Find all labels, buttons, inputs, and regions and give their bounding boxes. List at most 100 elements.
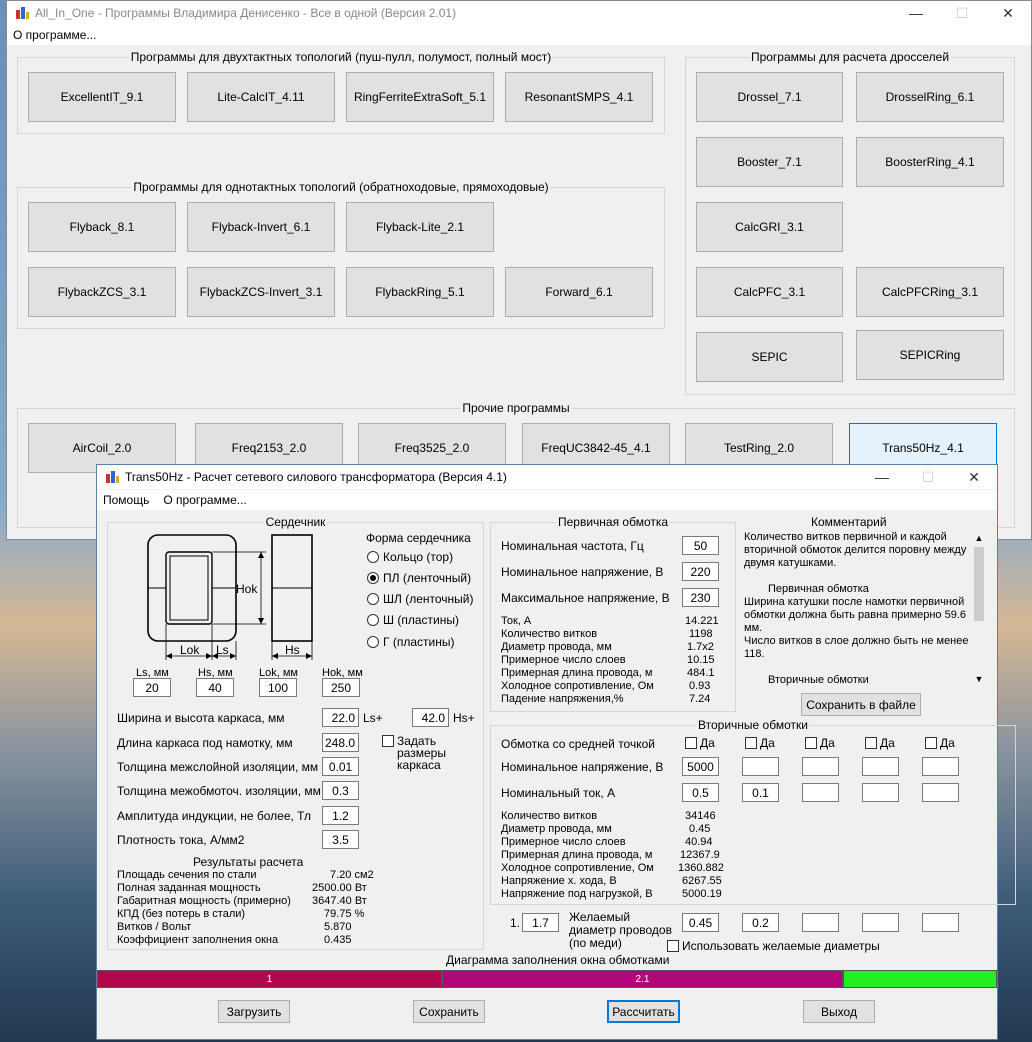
frame-len-input[interactable]: 248.0 (322, 733, 359, 752)
secondary-volt-input-4[interactable] (862, 757, 899, 776)
btn-forward[interactable]: Forward_6.1 (505, 267, 653, 317)
shape-radio-ring[interactable]: Кольцо (тор) (367, 550, 453, 564)
secondary-volt-input-5[interactable] (922, 757, 959, 776)
desired-input-5[interactable] (922, 913, 959, 932)
trans-minimize-icon[interactable]: — (859, 465, 905, 489)
btn-drossel[interactable]: Drossel_7.1 (696, 72, 843, 122)
radio-sh-circle (367, 614, 379, 626)
shape-radio-g[interactable]: Г (пластины) (367, 635, 454, 649)
secondary-current-input-4[interactable] (862, 783, 899, 802)
result-value-2: 3647.40 Вт (312, 895, 367, 907)
btn-calcpfcring[interactable]: CalcPFCRing_3.1 (856, 267, 1004, 317)
primary-volt-input[interactable]: 220 (682, 562, 719, 581)
hok-input[interactable]: 250 (322, 678, 360, 697)
frame-width-input[interactable]: 22.0 (322, 708, 359, 727)
menu-about[interactable]: О программе... (13, 28, 96, 42)
secondary-title: Вторичные обмотки (696, 718, 810, 732)
ls-plus-label: Ls+ (363, 711, 383, 725)
use-desired-checkbox[interactable]: Использовать желаемые диаметры (667, 939, 880, 953)
menu-trans-about[interactable]: О программе... (163, 493, 246, 507)
load-button[interactable]: Загрузить (218, 1000, 290, 1023)
center-tap-check-1[interactable]: Да (685, 736, 715, 750)
radio-ring-circle (367, 551, 379, 563)
btn-flyback[interactable]: Flyback_8.1 (28, 202, 176, 252)
comment-h3: Вторичные обмотки (768, 674, 869, 686)
btn-excellentit[interactable]: ExcellentIT_9.1 (28, 72, 176, 122)
comment-p2: Ширина катушки после намотки первичной о… (744, 596, 967, 634)
frame-len-label: Длина каркаса под намотку, мм (117, 736, 293, 750)
secondary-volt-input-2[interactable] (742, 757, 779, 776)
save-to-file-button[interactable]: Сохранить в файле (801, 693, 921, 716)
center-tap-check-3[interactable]: Да (805, 736, 835, 750)
btn-flybackzcs-invert[interactable]: FlybackZCS-Invert_3.1 (187, 267, 335, 317)
btn-drosselring[interactable]: DrosselRing_6.1 (856, 72, 1004, 122)
shape-radio-pl[interactable]: ПЛ (ленточный) (367, 571, 471, 585)
center-tap-check-4[interactable]: Да (865, 736, 895, 750)
secondary-current-input-2[interactable]: 0.1 (742, 783, 779, 802)
result-label-1: Полная заданная мощность (117, 882, 261, 894)
desired-input-3[interactable] (802, 913, 839, 932)
center-tap-label: Обмотка со средней точкой (501, 737, 655, 751)
calculate-button[interactable]: Рассчитать (607, 1000, 680, 1023)
scroll-thumb[interactable] (974, 547, 984, 621)
btn-sepic[interactable]: SEPIC (696, 332, 843, 382)
btn-booster[interactable]: Booster_7.1 (696, 137, 843, 187)
secondary-volt-input-3[interactable] (802, 757, 839, 776)
induction-input[interactable]: 1.2 (322, 806, 359, 825)
lok-input[interactable]: 100 (259, 678, 297, 697)
center-tap-label-4: Да (880, 736, 895, 750)
btn-sepicring[interactable]: SEPICRing (856, 330, 1004, 380)
desired-input-1[interactable]: 0.45 (682, 913, 719, 932)
btn-calcpfc[interactable]: CalcPFC_3.1 (696, 267, 843, 317)
exit-button[interactable]: Выход (803, 1000, 875, 1023)
shape-radio-sh[interactable]: Ш (пластины) (367, 613, 459, 627)
btn-flyback-invert[interactable]: Flyback-Invert_6.1 (187, 202, 335, 252)
secondary-volt-input-1[interactable]: 5000 (682, 757, 719, 776)
desired-input-2[interactable]: 0.2 (742, 913, 779, 932)
save-button[interactable]: Сохранить (413, 1000, 485, 1023)
desired-primary-input[interactable]: 1.7 (522, 913, 559, 932)
main-titlebar[interactable]: All_In_One - Программы Владимира Денисен… (7, 1, 1031, 25)
secondary-current-input-5[interactable] (922, 783, 959, 802)
interlayer-label: Толщина межслойной изоляции, мм (117, 760, 319, 774)
comment-scrollbar[interactable]: ▲ ▼ (972, 531, 986, 686)
btn-calcgri[interactable]: CalcGRI_3.1 (696, 202, 843, 252)
secondary-current-label: Номинальный ток, А (501, 786, 616, 800)
trans-close-icon[interactable]: ✕ (951, 465, 997, 489)
hs-input[interactable]: 40 (196, 678, 234, 697)
primary-freq-input[interactable]: 50 (682, 536, 719, 555)
scroll-down-icon[interactable]: ▼ (972, 672, 986, 686)
secondary-current-input-1[interactable]: 0.5 (682, 783, 719, 802)
primary-vmax-input[interactable]: 230 (682, 588, 719, 607)
center-tap-check-2[interactable]: Да (745, 736, 775, 750)
primary-value-3: 10.15 (687, 654, 715, 666)
btn-resonantsmps[interactable]: ResonantSMPS_4.1 (505, 72, 653, 122)
secondary-value-5: 6267.55 (682, 875, 722, 887)
ls-input[interactable]: 20 (133, 678, 171, 697)
secondary-label-6: Напряжение под нагрузкой, В (501, 888, 653, 900)
shape-radio-shl[interactable]: ШЛ (ленточный) (367, 592, 473, 606)
secondary-label-1: Диаметр провода, мм (501, 823, 612, 835)
btn-flyback-lite[interactable]: Flyback-Lite_2.1 (346, 202, 494, 252)
trans-titlebar[interactable]: Trans50Hz - Расчет сетевого силового тра… (97, 465, 997, 489)
set-frame-checkbox[interactable]: Задать размеры каркаса (382, 735, 469, 771)
desired-input-4[interactable] (862, 913, 899, 932)
btn-ringferrite[interactable]: RingFerriteExtraSoft_5.1 (346, 72, 494, 122)
btn-lite-calcit[interactable]: Lite-CalcIT_4.11 (187, 72, 335, 122)
center-tap-check-5[interactable]: Да (925, 736, 955, 750)
secondary-current-input-3[interactable] (802, 783, 839, 802)
frame-height-input[interactable]: 42.0 (412, 708, 449, 727)
scroll-up-icon[interactable]: ▲ (972, 531, 986, 545)
close-icon[interactable]: ✕ (985, 1, 1031, 25)
btn-flybackring[interactable]: FlybackRing_5.1 (346, 267, 494, 317)
set-frame-label: Задать размеры каркаса (397, 734, 446, 772)
density-input[interactable]: 3.5 (322, 830, 359, 849)
btn-boosterring[interactable]: BoosterRing_4.1 (856, 137, 1004, 187)
menu-help[interactable]: Помощь (103, 493, 149, 507)
interwinding-input[interactable]: 0.3 (322, 781, 359, 800)
primary-freq-label: Номинальная частота, Гц (501, 539, 644, 553)
interlayer-input[interactable]: 0.01 (322, 757, 359, 776)
minimize-icon[interactable]: — (893, 1, 939, 25)
btn-flybackzcs[interactable]: FlybackZCS_3.1 (28, 267, 176, 317)
diagram-lok-label: Lok (180, 643, 200, 657)
